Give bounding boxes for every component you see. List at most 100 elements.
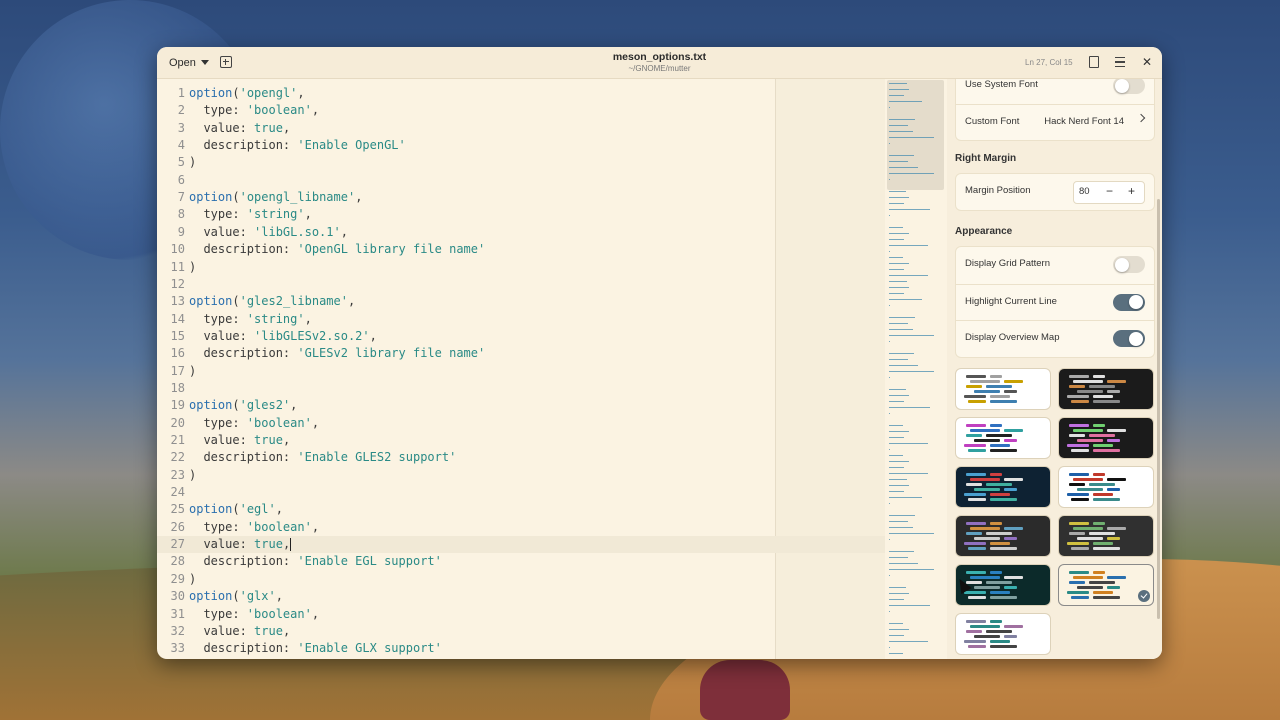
font-card: Use System Font Custom Font Hack Nerd Fo… [955, 79, 1155, 141]
style-scheme-swatch[interactable] [955, 417, 1051, 459]
code-line[interactable]: 5) [157, 154, 885, 171]
code-line[interactable]: 14 type: 'string', [157, 311, 885, 328]
code-line[interactable]: 11) [157, 259, 885, 276]
overview-map-line [889, 503, 891, 505]
style-scheme-swatch[interactable] [1058, 368, 1154, 410]
swatch-preview-bar [1069, 532, 1085, 535]
code-line[interactable]: 22 description: 'Enable GLES2 support' [157, 449, 885, 466]
style-scheme-swatch[interactable] [955, 368, 1051, 410]
close-button[interactable]: ✕ [1140, 55, 1154, 69]
swatch-preview-bar [1107, 439, 1120, 442]
overview-map[interactable] [886, 79, 946, 659]
line-code: type: 'string', [189, 207, 312, 222]
style-scheme-swatch[interactable] [1058, 417, 1154, 459]
sidebar-scrollbar[interactable] [1157, 199, 1160, 619]
overview-map-line [889, 455, 904, 457]
code-line[interactable]: 23) [157, 467, 885, 484]
main-menu-button[interactable] [1113, 55, 1127, 69]
display-grid-pattern-toggle[interactable] [1113, 256, 1145, 273]
use-system-font-toggle[interactable] [1113, 79, 1145, 94]
code-line[interactable]: 2 type: 'boolean', [157, 102, 885, 119]
swatch-preview-bar [1004, 439, 1017, 442]
cursor-position[interactable]: Ln 27, Col 15 [1025, 58, 1073, 67]
swatch-preview-bar [1077, 439, 1103, 442]
swatch-preview-bar [990, 375, 1002, 378]
code-line[interactable]: 29) [157, 571, 885, 588]
swatch-preview-bar [990, 571, 1002, 574]
overview-map-line [889, 599, 905, 601]
line-code: description: 'Enable GLES2 support' [189, 450, 457, 465]
swatch-preview-bar [1071, 596, 1089, 599]
swatch-preview-bar [1067, 591, 1089, 594]
swatch-preview-bar [968, 645, 986, 648]
code-line[interactable]: 15 value: 'libGLESv2.so.2', [157, 328, 885, 345]
toggle-knob [1129, 295, 1143, 309]
save-button[interactable] [1087, 55, 1101, 69]
overview-map-line [889, 515, 916, 517]
swatch-preview-bar [1067, 542, 1089, 545]
decrement-icon[interactable]: − [1106, 184, 1113, 198]
code-line[interactable]: 20 type: 'boolean', [157, 415, 885, 432]
overview-map-line [889, 257, 904, 259]
code-line[interactable]: 32 value: true, [157, 623, 885, 640]
code-line[interactable]: 10 description: 'OpenGL library file nam… [157, 241, 885, 258]
display-grid-pattern-row[interactable]: Display Grid Pattern [956, 247, 1154, 283]
line-number: 31 [170, 606, 185, 621]
display-overview-map-toggle[interactable] [1113, 330, 1145, 347]
increment-icon[interactable]: + [1128, 184, 1135, 198]
custom-font-row[interactable]: Custom Font Hack Nerd Font 14 [956, 104, 1154, 141]
swatch-preview-bar [1069, 473, 1089, 476]
wallpaper-boot [700, 660, 790, 720]
style-scheme-swatch[interactable] [1058, 564, 1154, 606]
margin-position-label: Margin Position [965, 185, 1031, 196]
code-line[interactable]: 3 value: true, [157, 120, 885, 137]
code-line[interactable]: 8 type: 'string', [157, 206, 885, 223]
code-line[interactable]: 28 description: 'Enable EGL support' [157, 553, 885, 570]
code-line[interactable]: 12 [157, 276, 885, 293]
swatch-preview-bar [1093, 493, 1113, 496]
swatch-preview-bar [1004, 527, 1023, 530]
line-code: option('gles2', [189, 398, 298, 413]
overview-map-line [889, 623, 904, 625]
overview-map-line [889, 209, 930, 211]
overview-map-line [889, 323, 908, 325]
code-line[interactable]: 17) [157, 363, 885, 380]
code-line[interactable]: 19 option('gles2', [157, 397, 885, 414]
style-scheme-swatch[interactable] [955, 613, 1051, 655]
line-code: ) [189, 467, 197, 482]
code-line[interactable]: 4 description: 'Enable OpenGL' [157, 137, 885, 154]
style-scheme-swatch[interactable] [955, 466, 1051, 508]
code-line[interactable]: 30 option('glx', [157, 588, 885, 605]
code-line[interactable]: 9 value: 'libGL.so.1', [157, 224, 885, 241]
swatch-preview-bar [1107, 390, 1120, 393]
swatch-preview-bar [986, 385, 1012, 388]
swatch-preview-bar [1067, 493, 1089, 496]
code-line[interactable]: 25 option('egl', [157, 501, 885, 518]
use-system-font-row[interactable]: Use System Font [956, 79, 1154, 104]
code-line[interactable]: 7 option('opengl_libname', [157, 189, 885, 206]
code-line[interactable]: 21 value: true, [157, 432, 885, 449]
swatch-preview-bar [1069, 483, 1085, 486]
code-line[interactable]: 13 option('gles2_libname', [157, 293, 885, 310]
style-scheme-swatch[interactable] [1058, 515, 1154, 557]
highlight-current-line-toggle[interactable] [1113, 293, 1145, 311]
swatch-preview-bar [1107, 429, 1126, 432]
style-scheme-swatch[interactable] [955, 515, 1051, 557]
code-editor[interactable]: 1 option('opengl', 2 type: 'boolean', 3 val… [157, 79, 885, 659]
code-line[interactable]: 24 [157, 484, 885, 501]
margin-position-spinbutton[interactable]: 80 − + [1073, 181, 1145, 204]
highlight-current-line-row[interactable]: Highlight Current Line [956, 283, 1154, 321]
display-overview-map-row[interactable]: Display Overview Map [956, 320, 1154, 357]
style-scheme-swatch[interactable] [1058, 466, 1154, 508]
code-line[interactable]: 1 option('opengl', [157, 85, 885, 102]
code-line[interactable]: 16 description: 'GLESv2 library file nam… [157, 345, 885, 362]
code-line[interactable]: 33 description: 'Enable GLX support' [157, 640, 885, 657]
code-line[interactable]: 6 [157, 172, 885, 189]
code-line[interactable]: 26 type: 'boolean', [157, 519, 885, 536]
code-line[interactable]: 27 value: true, [157, 536, 885, 554]
code-line[interactable]: 31 type: 'boolean', [157, 606, 885, 623]
swatch-preview-bar [966, 385, 982, 388]
margin-position-value[interactable]: 80 [1079, 186, 1090, 197]
code-line[interactable]: 18 [157, 380, 885, 397]
swatch-preview-bar [1069, 424, 1089, 427]
